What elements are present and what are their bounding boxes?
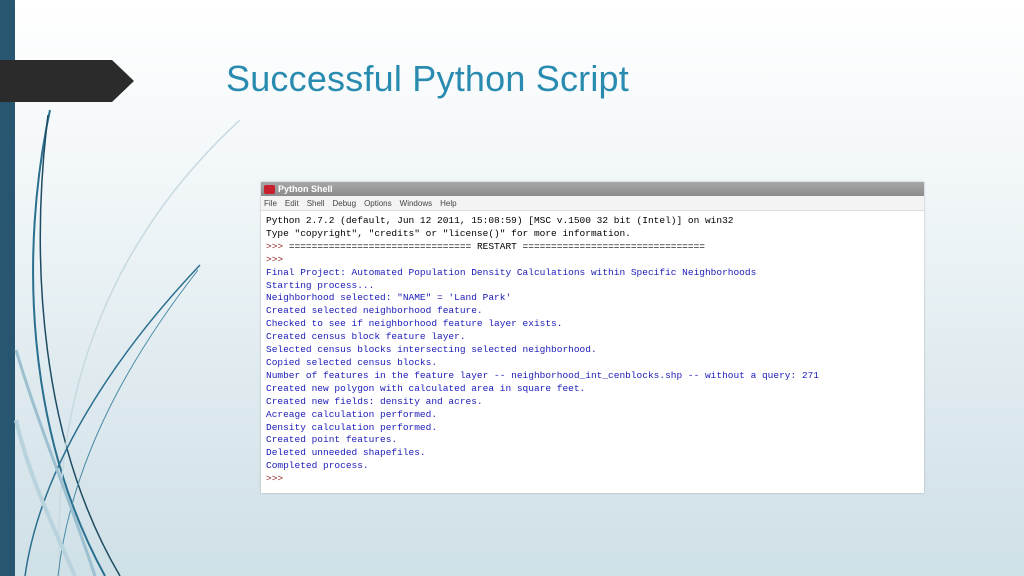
menu-options[interactable]: Options: [364, 199, 392, 208]
slide-title: Successful Python Script: [226, 58, 629, 99]
menu-debug[interactable]: Debug: [332, 199, 356, 208]
window-titlebar: Python Shell: [261, 182, 924, 196]
console-line: Final Project: Automated Population Dens…: [266, 266, 757, 278]
console-line: Type "copyright", "credits" or "license(…: [266, 227, 631, 239]
console-line: Checked to see if neighborhood feature l…: [266, 318, 563, 330]
console-line: Acreage calculation performed.: [266, 408, 438, 420]
console-line: Selected census blocks intersecting sele…: [266, 344, 597, 356]
menu-help[interactable]: Help: [440, 199, 456, 208]
shell-prompt: >>>: [266, 240, 289, 252]
console-line: Completed process.: [266, 460, 369, 472]
shell-console-output[interactable]: Python 2.7.2 (default, Jun 12 2011, 15:0…: [261, 211, 924, 490]
menu-edit[interactable]: Edit: [285, 199, 299, 208]
console-line: Created new fields: density and acres.: [266, 395, 483, 407]
console-line: >>>: [266, 473, 919, 486]
console-line: Deleted unneeded shapefiles.: [266, 447, 426, 459]
console-text: ================================ RESTART…: [288, 240, 705, 252]
shell-prompt: >>>: [266, 253, 284, 265]
console-line: Starting process...: [266, 279, 375, 291]
python-idle-icon: [264, 184, 275, 194]
menu-bar: File Edit Shell Debug Options Windows He…: [261, 196, 924, 211]
title-arrow-marker: [0, 60, 134, 102]
python-shell-window: Python Shell File Edit Shell Debug Optio…: [261, 182, 924, 493]
menu-shell[interactable]: Shell: [307, 199, 325, 208]
menu-windows[interactable]: Windows: [400, 199, 432, 208]
console-line: Created selected neighborhood feature.: [266, 305, 483, 317]
console-line: Neighborhood selected: "NAME" = 'Land Pa…: [266, 292, 512, 304]
console-line: Density calculation performed.: [266, 421, 438, 433]
console-line: Copied selected census blocks.: [266, 356, 438, 368]
console-line: >>> ================================ RES…: [266, 241, 919, 254]
shell-prompt: >>>: [266, 473, 284, 485]
console-line: Number of features in the feature layer …: [266, 369, 819, 381]
console-line: Created new polygon with calculated area…: [266, 382, 586, 394]
console-line: Python 2.7.2 (default, Jun 12 2011, 15:0…: [266, 215, 734, 226]
menu-file[interactable]: File: [264, 199, 277, 208]
console-line: Created census block feature layer.: [266, 331, 466, 343]
console-line: Created point features.: [266, 434, 398, 446]
window-title: Python Shell: [278, 184, 333, 194]
console-line: >>>: [266, 254, 919, 267]
